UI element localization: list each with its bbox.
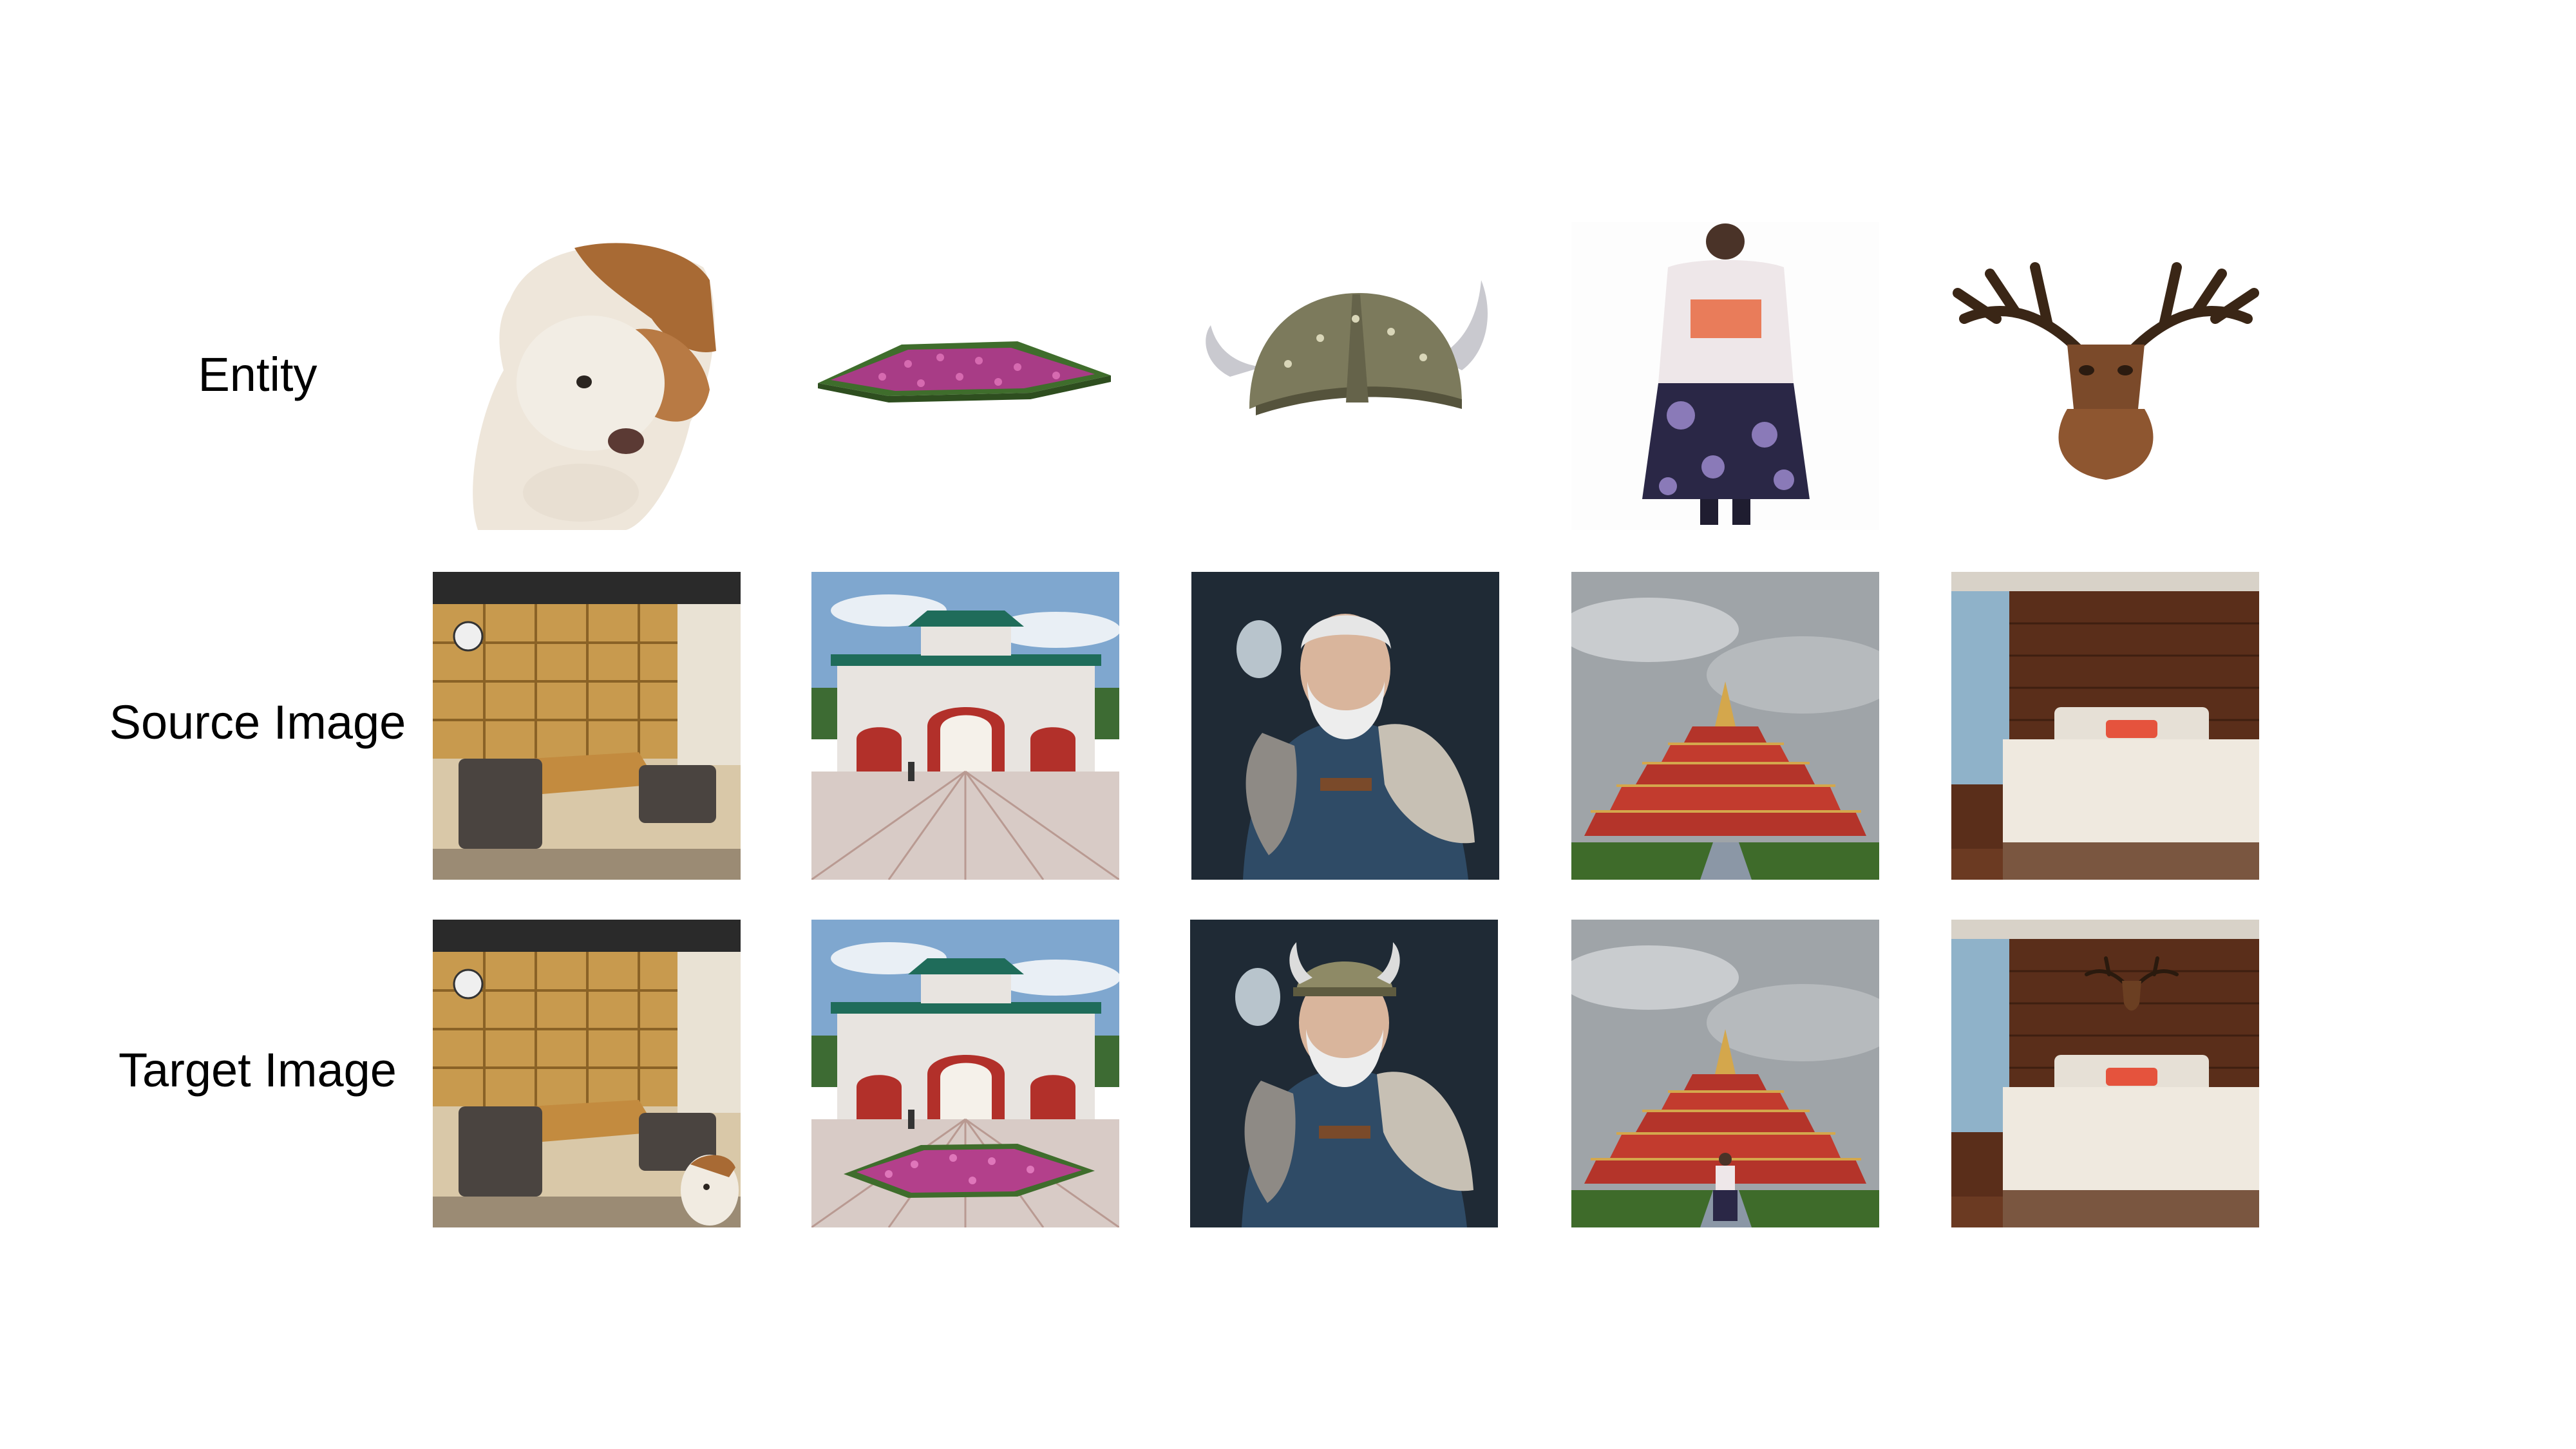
warrior-with-viking-helmet (1190, 920, 1498, 1227)
dog-entity (433, 222, 741, 530)
hotel-bedroom (1951, 572, 2259, 880)
row-label-entity: Entity (198, 348, 317, 401)
chinese-gate-plaza (811, 572, 1119, 880)
viking-helmet-entity (1191, 222, 1499, 530)
tiered-pagoda-scene (1571, 572, 1879, 880)
bedroom-with-deer-head (1951, 920, 2259, 1227)
deer-head-trophy-entity (1951, 222, 2259, 530)
row-label-target: Target Image (118, 1043, 397, 1097)
gate-plaza-with-flowerbed (811, 920, 1119, 1227)
furniture-store-with-dog (433, 920, 741, 1227)
kimono-woman-entity (1571, 222, 1879, 530)
pagoda-with-kimono-woman (1571, 920, 1879, 1227)
flowerbed-entity (811, 222, 1119, 530)
furniture-store-scene (433, 572, 741, 880)
row-label-source: Source Image (109, 696, 406, 749)
old-warrior-portrait (1191, 572, 1499, 880)
